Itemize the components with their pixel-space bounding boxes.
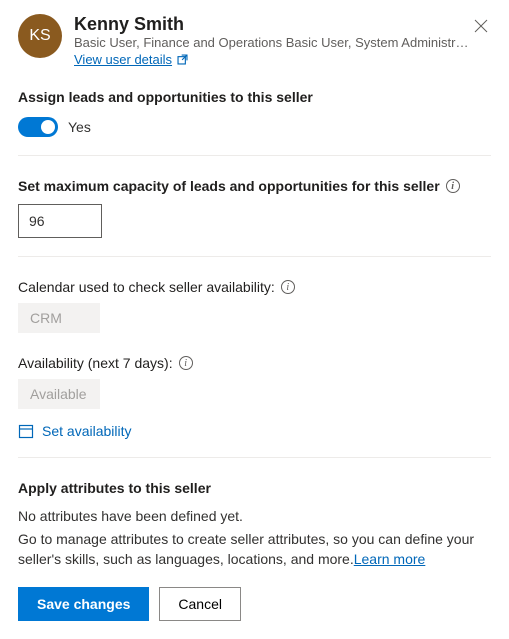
close-icon	[474, 19, 488, 33]
user-name: Kenny Smith	[74, 14, 491, 35]
assign-toggle-row: Yes	[18, 117, 491, 137]
cancel-button[interactable]: Cancel	[159, 587, 241, 621]
learn-more-link[interactable]: Learn more	[354, 551, 426, 567]
info-icon[interactable]: i	[179, 356, 193, 370]
assign-toggle-text: Yes	[68, 119, 91, 135]
assign-toggle[interactable]	[18, 117, 58, 137]
calendar-label: Calendar used to check seller availabili…	[18, 279, 275, 295]
toggle-knob	[41, 120, 55, 134]
set-availability-label: Set availability	[42, 423, 132, 439]
divider	[18, 256, 491, 257]
divider	[18, 457, 491, 458]
close-button[interactable]	[471, 16, 491, 36]
attributes-none-text: No attributes have been defined yet.	[18, 508, 491, 524]
capacity-input[interactable]	[18, 204, 102, 238]
panel-header: KS Kenny Smith Basic User, Finance and O…	[18, 14, 491, 67]
attributes-label: Apply attributes to this seller	[18, 480, 491, 496]
capacity-label-row: Set maximum capacity of leads and opport…	[18, 178, 491, 194]
assign-label: Assign leads and opportunities to this s…	[18, 89, 491, 105]
header-text-block: Kenny Smith Basic User, Finance and Oper…	[74, 14, 491, 67]
avatar-initials: KS	[29, 27, 50, 45]
availability-label-row: Availability (next 7 days): i	[18, 355, 491, 371]
view-user-details-link[interactable]: View user details	[74, 52, 189, 67]
attributes-help-text: Go to manage attributes to create seller…	[18, 530, 491, 569]
set-availability-link[interactable]: Set availability	[18, 423, 491, 439]
external-link-icon	[176, 53, 189, 66]
capacity-label: Set maximum capacity of leads and opport…	[18, 178, 440, 194]
save-button[interactable]: Save changes	[18, 587, 149, 621]
calendar-icon	[18, 423, 34, 439]
calendar-value: CRM	[18, 303, 100, 333]
divider	[18, 155, 491, 156]
view-user-details-label: View user details	[74, 52, 172, 67]
info-icon[interactable]: i	[446, 179, 460, 193]
avatar: KS	[18, 14, 62, 58]
availability-value: Available	[18, 379, 100, 409]
user-roles: Basic User, Finance and Operations Basic…	[74, 35, 484, 50]
calendar-label-row: Calendar used to check seller availabili…	[18, 279, 491, 295]
footer: Save changes Cancel	[18, 587, 491, 621]
info-icon[interactable]: i	[281, 280, 295, 294]
availability-label: Availability (next 7 days):	[18, 355, 173, 371]
